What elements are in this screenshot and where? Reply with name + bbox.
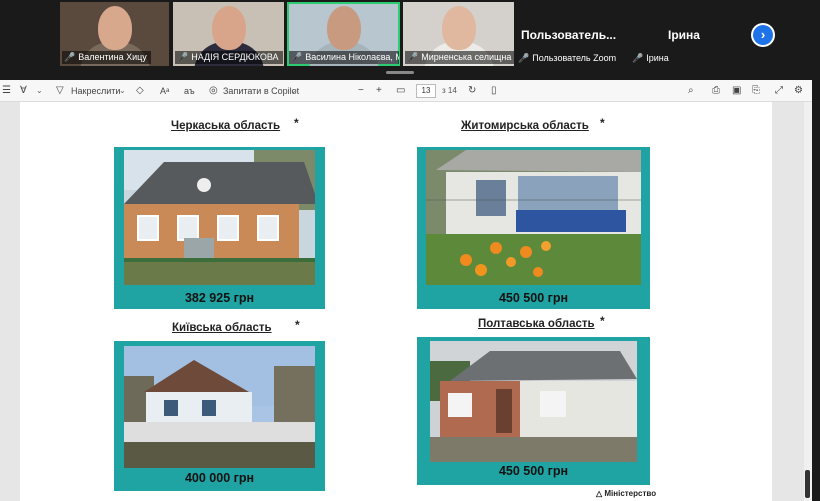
house-photo [124,346,315,468]
page-number-input[interactable]: 13 [416,84,436,98]
highlight-icon[interactable]: ∀ [20,80,27,102]
participant-name: 🎤 Валентина Хицу [62,51,151,64]
scrollbar-thumb[interactable] [805,470,810,498]
participant-name: 🎤 НАДІЯ СЕРДЮКОВА [175,51,283,64]
chevron-down-icon[interactable]: ⌄ [36,80,43,102]
house-photo [124,150,315,285]
mic-muted-icon: 🎤 [518,53,530,63]
text-size-button[interactable]: Aᵃ [160,80,169,102]
mic-muted-icon: 🎤 [632,53,644,63]
fit-page-icon[interactable]: ▭ [396,80,405,102]
participant-name: 🎤Василина Ніколаєва, Мир... [289,51,399,64]
participant-face [326,6,361,50]
mic-muted-icon: 🎤 [64,52,76,62]
mic-muted-icon: 🎤 [177,52,189,62]
house-card: 400 000 грн [114,341,325,491]
participant-face [211,6,246,50]
house-price: 450 500 грн [498,291,569,305]
mic-muted-icon: 🎤 [407,52,419,62]
participant-tile-active-speaker[interactable]: 🎤Василина Ніколаєва, Мир... [287,2,400,66]
chevron-down-icon[interactable]: ⌄ [290,80,297,102]
copilot-icon[interactable]: ◎ [209,80,218,102]
participant-strip: 🎤 Валентина Хицу 🎤 НАДІЯ СЕРДЮКОВА 🎤 Васили… [0,0,820,74]
footnote-star: * [600,314,605,328]
house-card: 450 500 грн [417,337,650,485]
participant-name: 🎤 Мирненська селищна ... [405,51,514,64]
draw-icon[interactable]: ▽ [56,80,64,102]
region-title: Київська область [172,322,272,334]
print-icon[interactable]: ⎙ [712,80,720,102]
region-title: Полтавська область [478,318,595,330]
save-icon[interactable]: ▣ [732,80,741,102]
read-aloud-icon[interactable]: аъ [184,80,195,102]
pdf-toolbar: ☰ ∀ ⌄ ▽ Накреслити ⌄ ◇ Aᵃ аъ ◎ Запитати … [0,80,812,102]
house-price: 450 500 грн [498,464,569,478]
region-title: Черкаська область [171,120,281,132]
ask-copilot-button[interactable]: Запитати в Copilot [223,80,299,102]
window-edge [812,72,820,501]
house-photo [426,150,641,285]
rotate-icon[interactable]: ↻ [468,80,476,102]
drag-handle[interactable] [386,71,414,74]
footnote-star: * [295,318,300,332]
search-icon[interactable]: ⌕ [688,80,694,102]
eraser-icon[interactable]: ◇ [136,80,144,102]
draw-button[interactable]: Накреслити [71,80,120,102]
house-price: 400 000 грн [184,471,255,485]
participant-tile[interactable]: 🎤 НАДІЯ СЕРДЮКОВА [173,2,284,66]
participant-face [441,6,476,50]
zoom-out-button[interactable]: − [358,80,364,102]
house-card: 450 500 грн [417,147,650,309]
mic-muted-icon: 🎤 [291,52,303,62]
menu-icon[interactable]: ☰ [2,80,11,102]
vertical-scrollbar[interactable] [804,102,812,501]
house-photo [430,341,637,462]
chevron-right-icon: › [753,25,773,45]
house-price: 382 925 грн [184,291,255,305]
region-title: Житомирська область [461,120,589,132]
page-view-icon[interactable]: ▯ [491,80,497,102]
participant-name[interactable]: 🎤 Ірина [632,51,669,65]
gear-icon[interactable]: ⚙ [794,80,803,102]
participant-tile[interactable]: 🎤 Мирненська селищна ... [403,2,514,66]
participant-tile[interactable]: 🎤 Валентина Хицу [60,2,169,66]
participant-title: Пользователь... [521,28,617,42]
footnote-star: * [600,116,605,130]
next-page-participants-button[interactable]: › [751,23,775,47]
participant-title: Ірина [668,28,700,42]
page-total: з 14 [442,86,457,95]
ministry-logo: △ Міністерство [596,489,657,498]
house-card: 382 925 грн [114,147,325,309]
zoom-in-button[interactable]: + [376,80,382,102]
expand-icon[interactable]: ⤢ [775,80,783,102]
save-as-icon[interactable]: ⎘ [752,80,760,102]
participant-name[interactable]: 🎤 Пользователь Zoom [518,51,616,65]
chevron-down-icon[interactable]: ⌄ [119,80,126,102]
participant-face [97,6,132,50]
footnote-star: * [294,116,299,130]
